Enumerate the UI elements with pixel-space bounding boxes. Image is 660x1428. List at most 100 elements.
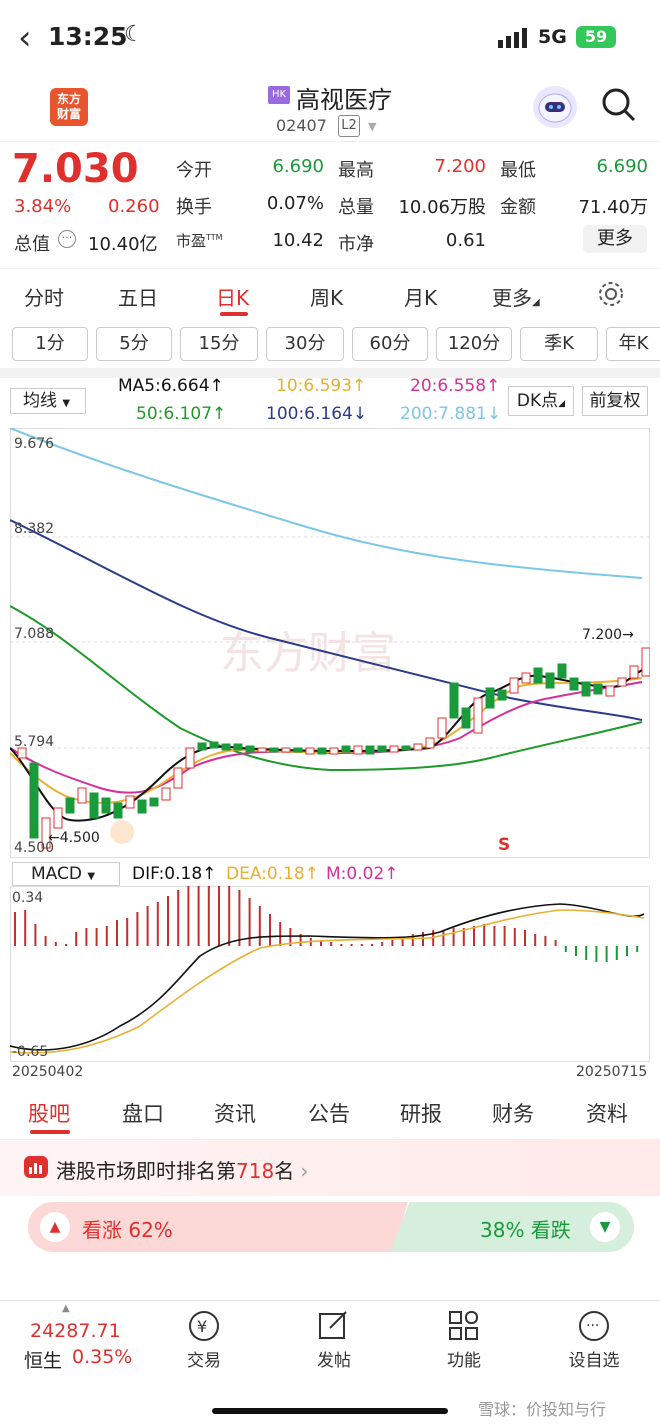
ma5-legend: MA5:6.664↑: [118, 376, 224, 396]
rank-chart-icon: [24, 1156, 48, 1178]
trade-label[interactable]: 交易: [164, 1346, 244, 1371]
trade-icon[interactable]: ¥: [186, 1308, 222, 1344]
home-indicator[interactable]: [212, 1408, 448, 1414]
macd-bar: [544, 936, 547, 946]
tab-profile[interactable]: 资料: [586, 1098, 628, 1128]
candle: [473, 697, 483, 734]
macd-bar: [156, 902, 159, 946]
x-start-date: 20250402: [12, 1064, 84, 1080]
macd-bar: [513, 928, 516, 946]
level2-badge[interactable]: L2: [338, 115, 360, 137]
macd-bar: [177, 890, 180, 946]
functions-icon[interactable]: [446, 1308, 482, 1344]
tab-research[interactable]: 研报: [400, 1098, 442, 1128]
candle: [509, 677, 519, 694]
moon-icon: ☾: [124, 22, 144, 47]
macd-bar: [493, 926, 496, 946]
turnover-label: 换手: [176, 197, 212, 218]
macd-bar: [146, 906, 149, 946]
candle: [377, 745, 387, 753]
candle: [77, 787, 87, 804]
candle: [641, 647, 650, 677]
info-icon[interactable]: ···: [58, 230, 76, 248]
tab-daily-k[interactable]: 日K: [216, 282, 249, 311]
macd-bar: [340, 944, 343, 946]
network-label: 5G: [538, 26, 567, 48]
macd-bar: [238, 890, 241, 946]
rank-text[interactable]: 港股市场即时排名第718名 ›: [56, 1155, 309, 1184]
interval-60min[interactable]: 60分: [352, 327, 428, 361]
tab-news[interactable]: 资讯: [214, 1098, 256, 1128]
dk-point-button[interactable]: DK点◢: [508, 386, 574, 416]
macd-bar: [595, 946, 598, 962]
interval-30min[interactable]: 30分: [266, 327, 344, 361]
interval-5min[interactable]: 5分: [96, 327, 172, 361]
mktcap-label: 总值: [14, 234, 50, 255]
ma10-legend: 10:6.593↑: [276, 376, 367, 396]
candle: [497, 689, 507, 701]
interval-year-k[interactable]: 年K: [606, 327, 660, 361]
candle: [89, 792, 99, 819]
interval-1min[interactable]: 1分: [12, 327, 88, 361]
gear-icon[interactable]: [597, 280, 625, 308]
back-icon[interactable]: ‹: [18, 18, 32, 58]
macd-bar: [44, 936, 47, 946]
tab-more[interactable]: 更多◢: [492, 282, 540, 311]
macd-bar: [187, 886, 190, 946]
macd-bar: [442, 930, 445, 946]
candle: [317, 747, 327, 755]
ma-select[interactable]: 均线 ▼: [10, 388, 86, 414]
candle: [629, 665, 639, 679]
index-name: 恒生: [24, 1350, 63, 1372]
macd-bar: [615, 946, 618, 960]
post-icon[interactable]: [316, 1308, 352, 1344]
macd-bar: [136, 912, 139, 946]
tab-monthly-k[interactable]: 月K: [404, 282, 437, 311]
macd-bar: [75, 932, 78, 946]
macd-select[interactable]: MACD ▼: [12, 862, 120, 886]
ma20-legend: 20:6.558↑: [410, 376, 501, 396]
candle: [161, 787, 171, 801]
watchlist-icon[interactable]: ···: [576, 1308, 612, 1344]
tab-announcements[interactable]: 公告: [308, 1098, 350, 1128]
tab-finance[interactable]: 财务: [492, 1098, 534, 1128]
index-value[interactable]: 24287.71: [30, 1320, 121, 1342]
macd-bar: [330, 942, 333, 946]
ma100-line: [10, 519, 643, 721]
search-icon[interactable]: [600, 86, 636, 122]
interval-15min[interactable]: 15分: [180, 327, 258, 361]
high-value: 7.200: [434, 156, 486, 177]
dropdown-icon[interactable]: ▼: [368, 120, 376, 133]
interval-120min[interactable]: 120分: [436, 327, 512, 361]
tab-five-day[interactable]: 五日: [118, 282, 158, 311]
more-button[interactable]: 更多: [583, 225, 647, 253]
interval-quarter-k[interactable]: 季K: [520, 327, 598, 361]
tab-guba[interactable]: 股吧: [28, 1098, 70, 1128]
candle: [233, 743, 243, 751]
macd-bar: [95, 928, 98, 946]
m-legend: M:0.02↑: [326, 864, 399, 884]
candle: [401, 745, 411, 751]
y-tick-4: 5.794: [14, 734, 54, 750]
app-logo[interactable]: 东方 财富: [50, 88, 88, 126]
ma50-legend: 50:6.107↑: [136, 404, 227, 424]
tab-pankou[interactable]: 盘口: [122, 1098, 164, 1128]
assistant-robot-icon[interactable]: [533, 86, 577, 128]
adjust-button[interactable]: 前复权: [582, 386, 648, 416]
macd-bar: [269, 914, 271, 946]
watchlist-label[interactable]: 设自选: [554, 1346, 634, 1371]
pe-value: 10.42: [272, 230, 324, 251]
functions-label[interactable]: 功能: [424, 1346, 504, 1371]
ma20-line: [10, 681, 643, 794]
tab-weekly-k[interactable]: 周K: [310, 282, 343, 311]
high-marker: 7.200→: [582, 627, 634, 643]
candle: [53, 807, 63, 829]
stock-name[interactable]: 高视医疗: [296, 80, 392, 115]
post-label[interactable]: 发帖: [294, 1346, 374, 1371]
candle: [617, 677, 627, 687]
macd-bar: [126, 918, 129, 946]
candle: [569, 677, 579, 691]
candle: [449, 682, 459, 719]
low-marker: ←4.500: [48, 830, 100, 846]
tab-intraday[interactable]: 分时: [24, 282, 64, 311]
